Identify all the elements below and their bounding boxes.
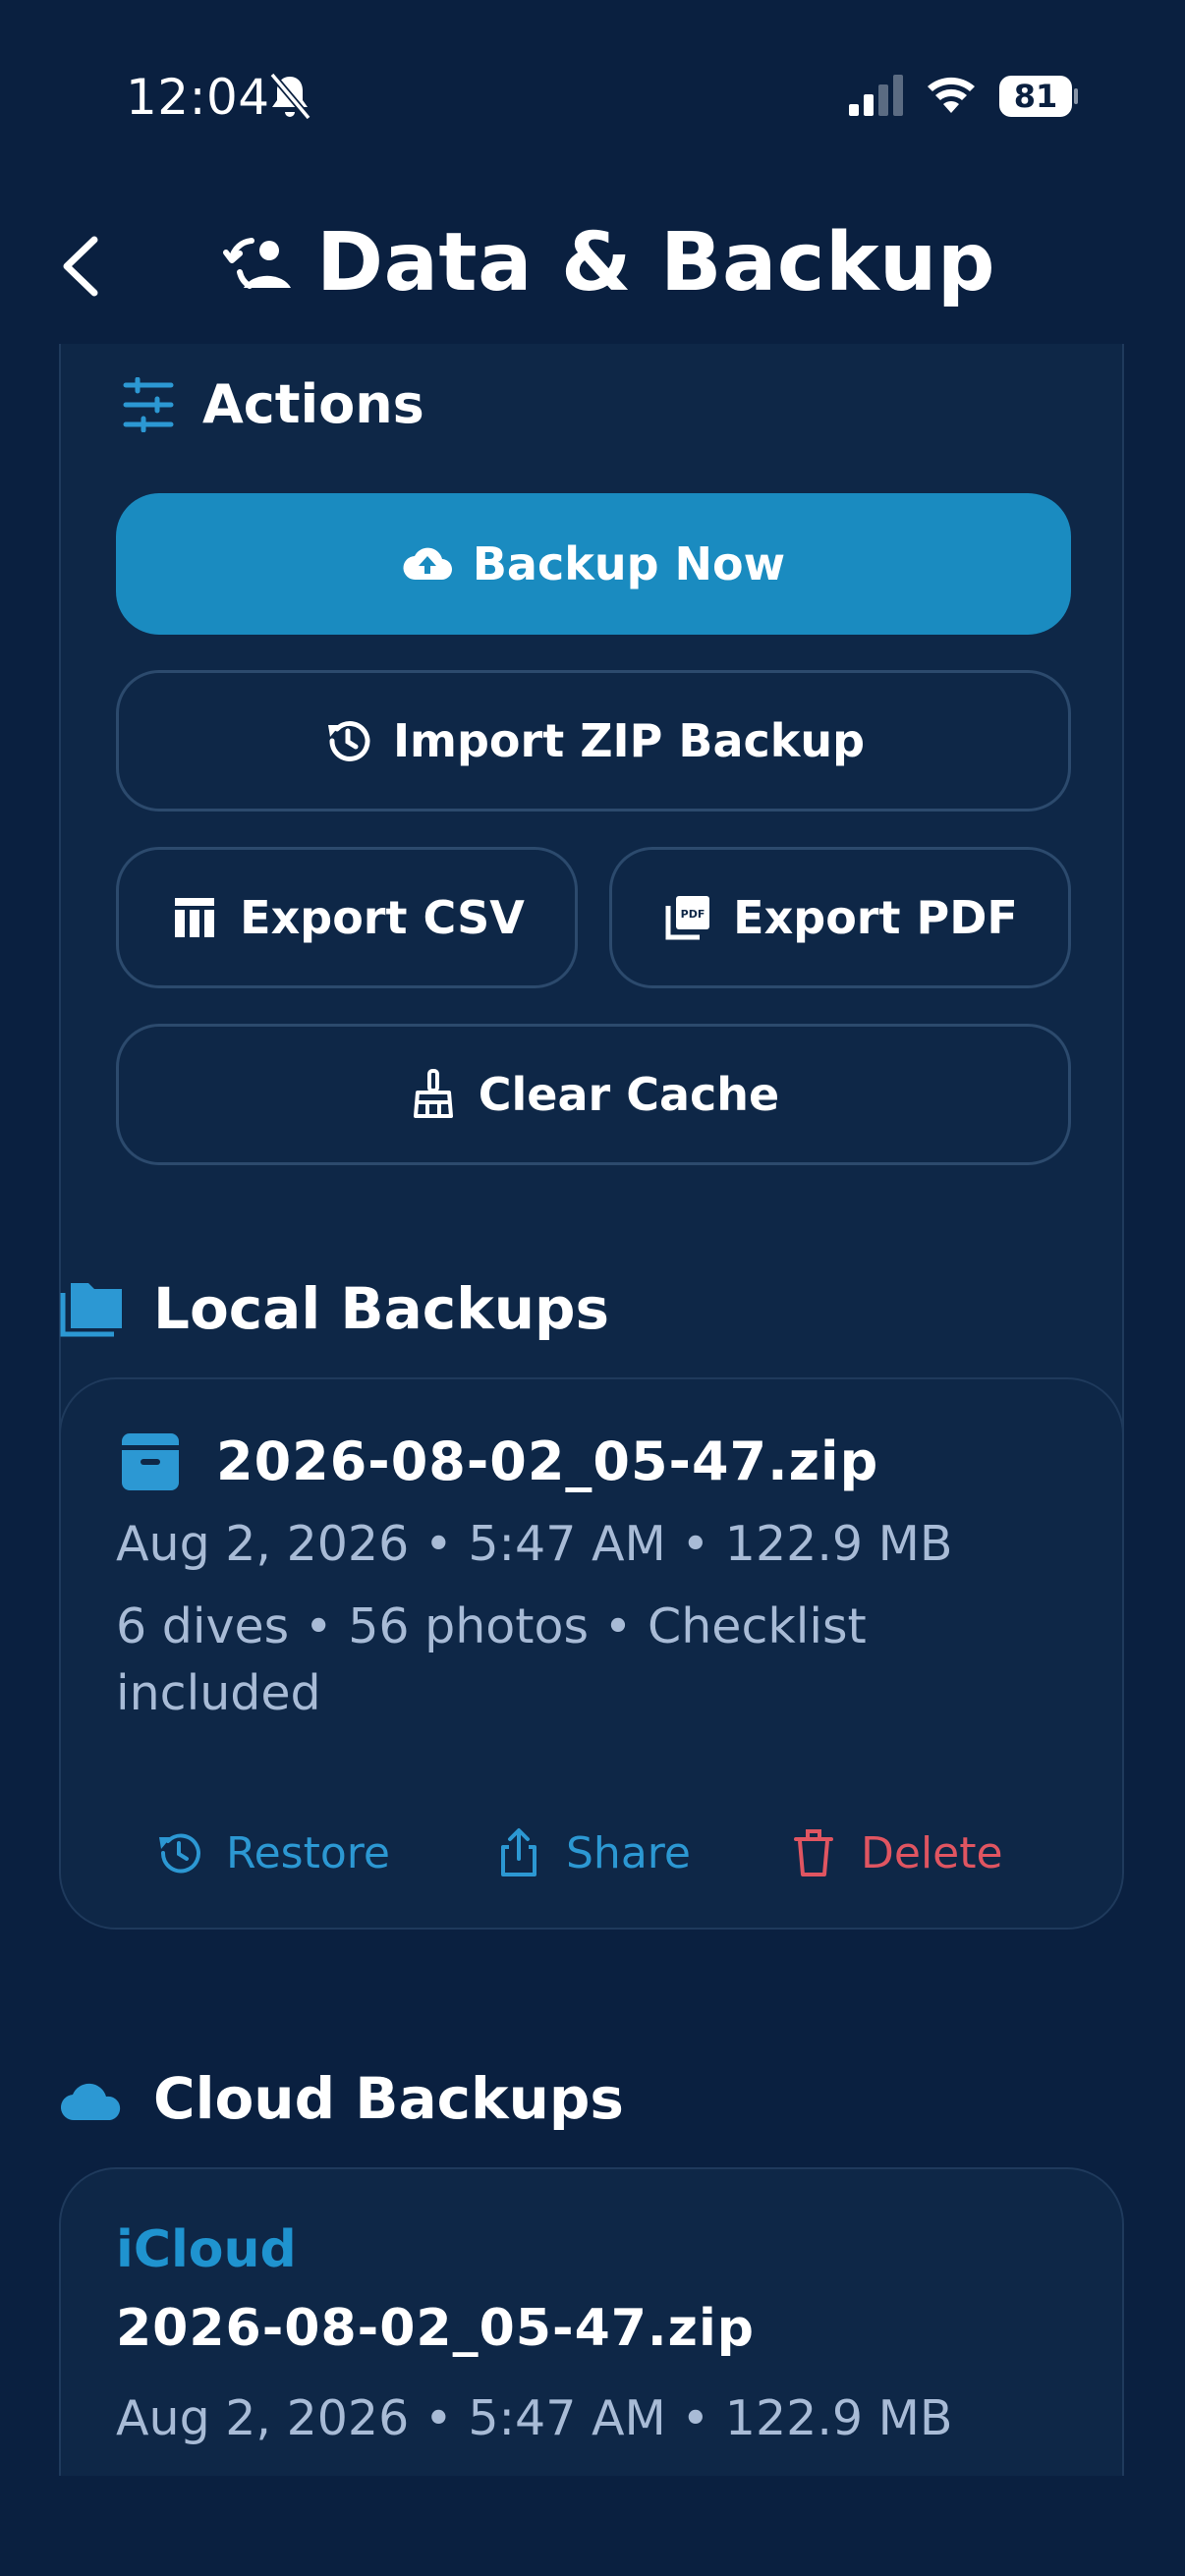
delete-label: Delete (861, 1827, 1003, 1878)
import-zip-button[interactable]: Import ZIP Backup (116, 670, 1071, 812)
history-icon (159, 1833, 200, 1874)
local-backup-filename: 2026-08-02_05-47.zip (216, 1430, 879, 1492)
delete-button[interactable]: Delete (788, 1827, 1003, 1878)
archive-icon (122, 1432, 179, 1490)
import-zip-label: Import ZIP Backup (392, 714, 866, 767)
status-time: 12:04 (126, 69, 270, 126)
clear-cache-label: Clear Cache (478, 1068, 780, 1121)
folder-icon (60, 1283, 122, 1337)
bottom-safe-area (0, 2476, 1185, 2576)
local-backup-title-row: 2026-08-02_05-47.zip (120, 1430, 878, 1492)
cloud-backup-meta: Aug 2, 2026 • 5:47 AM • 122.9 MB (116, 2390, 953, 2446)
local-backup-details: 6 dives • 56 photos • Checklist included (116, 1598, 867, 1721)
content-scroll[interactable]: Actions Backup Now Import ZIP Backup Exp… (0, 344, 1185, 2476)
wifi-icon (928, 77, 975, 113)
tune-sliders-icon (123, 376, 174, 432)
battery-icon: 81 (998, 75, 1079, 118)
local-backup-meta: Aug 2, 2026 • 5:47 AM • 122.9 MB (116, 1516, 953, 1572)
cloud-backup-filename: 2026-08-02_05-47.zip (116, 2299, 755, 2358)
pdf-icon: PDF (665, 896, 710, 940)
restore-button[interactable]: Restore (153, 1827, 390, 1878)
export-pdf-button[interactable]: PDF Export PDF (609, 847, 1071, 988)
clear-cache-button[interactable]: Clear Cache (116, 1024, 1071, 1165)
svg-text:PDF: PDF (681, 908, 705, 921)
actions-title: Actions (202, 373, 424, 435)
local-backups-title: Local Backups (153, 1275, 610, 1342)
export-csv-button[interactable]: Export CSV (116, 847, 578, 988)
local-backup-card: 2026-08-02_05-47.zip Aug 2, 2026 • 5:47 … (59, 1377, 1124, 1930)
share-label: Share (566, 1827, 691, 1878)
cloud-upload-icon (403, 547, 452, 581)
table-icon (175, 898, 215, 937)
backup-now-label: Backup Now (472, 537, 786, 590)
cloud-provider: iCloud (116, 2220, 297, 2279)
share-button[interactable]: Share (493, 1827, 691, 1878)
battery-level: 81 (1013, 78, 1058, 115)
page-title-group: Data & Backup (222, 216, 995, 309)
status-bar: 12:04 81 (0, 0, 1185, 187)
trash-icon (794, 1829, 833, 1876)
chevron-left-icon[interactable] (57, 234, 106, 299)
cloud-backups-heading: Cloud Backups (59, 2065, 624, 2132)
local-backups-heading: Local Backups (59, 1275, 609, 1342)
broom-icon (413, 1069, 453, 1118)
backup-now-button[interactable]: Backup Now (116, 493, 1071, 635)
bell-slash-icon (269, 72, 311, 121)
cloud-backup-card: iCloud 2026-08-02_05-47.zip Aug 2, 2026 … (59, 2167, 1124, 2476)
page-title: Data & Backup (316, 216, 996, 309)
actions-heading: Actions (122, 373, 424, 435)
backup-sync-icon (223, 237, 291, 289)
history-icon (327, 720, 370, 761)
share-icon (501, 1828, 536, 1876)
restore-label: Restore (226, 1827, 390, 1878)
cloud-backups-title: Cloud Backups (153, 2065, 624, 2132)
cloud-icon (60, 2083, 121, 2121)
export-csv-label: Export CSV (240, 891, 525, 944)
signal-icon (849, 75, 903, 116)
export-pdf-label: Export PDF (733, 891, 1018, 944)
